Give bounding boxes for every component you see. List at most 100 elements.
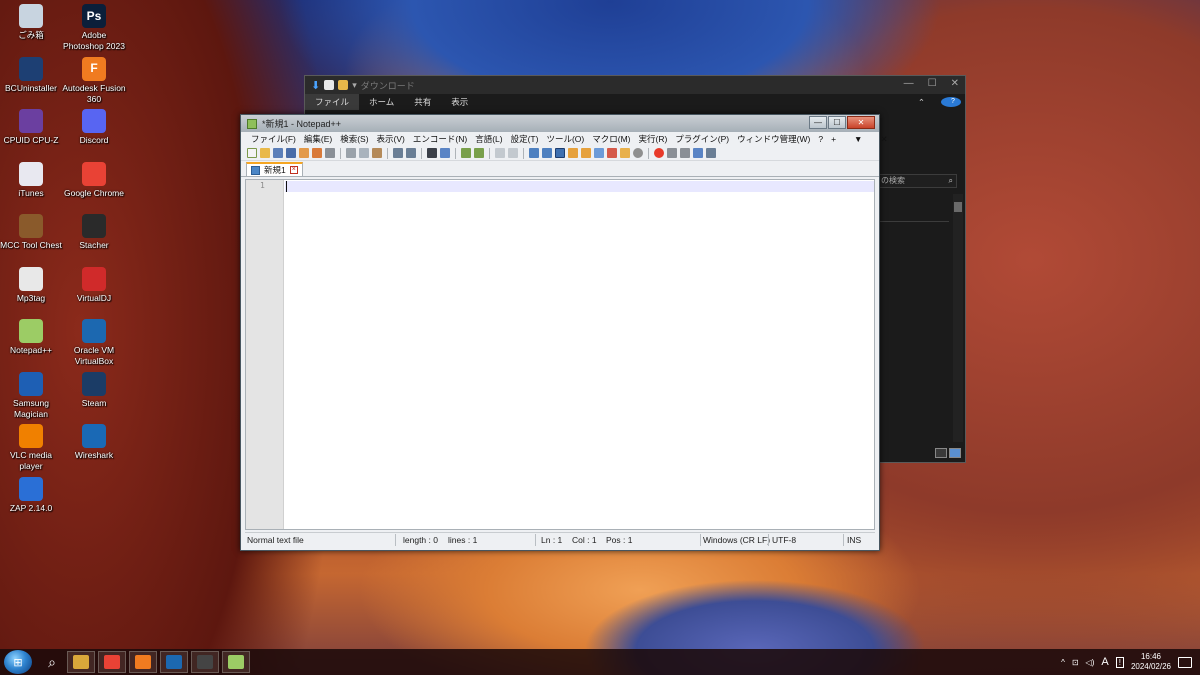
desktop-icon[interactable]: Stacher: [62, 214, 126, 251]
sync-horizontal-icon[interactable]: [508, 148, 518, 158]
close-all-icon[interactable]: [312, 148, 322, 158]
close-button[interactable]: ✕: [847, 116, 875, 129]
volume-icon[interactable]: ◁): [1086, 658, 1095, 667]
menu-view[interactable]: 表示(V): [373, 133, 409, 145]
search-input[interactable]: の検索 ⌕: [877, 174, 957, 188]
menu-edit[interactable]: 編集(E): [300, 133, 336, 145]
taskbar-app-virtualbox[interactable]: [160, 651, 188, 673]
taskbar-app-calculator[interactable]: [191, 651, 219, 673]
desktop-icon[interactable]: Mp3tag: [0, 266, 63, 304]
tab-close-icon[interactable]: ×: [289, 166, 298, 174]
print-icon[interactable]: [325, 148, 335, 158]
details-view-icon[interactable]: [935, 448, 947, 458]
explorer-title-bar[interactable]: ⬇ ▾ ダウンロード — ☐ ✕: [305, 76, 965, 94]
ribbon-tab-file[interactable]: ファイル: [305, 94, 360, 110]
help-icon[interactable]: ?: [941, 97, 961, 107]
desktop-icon[interactable]: VLC media player: [0, 424, 63, 472]
record-macro-icon[interactable]: [654, 148, 664, 158]
close-button[interactable]: ✕: [951, 78, 959, 89]
cut-icon[interactable]: [346, 148, 356, 158]
desktop-icon[interactable]: BCUninstaller: [0, 56, 63, 94]
ribbon-tab-share[interactable]: 共有: [404, 96, 441, 108]
menu-settings[interactable]: 設定(T): [507, 133, 543, 145]
save-macro-icon[interactable]: [706, 148, 716, 158]
save-all-icon[interactable]: [286, 148, 296, 158]
vertical-scrollbar[interactable]: [953, 194, 963, 442]
ribbon-tab-view[interactable]: 表示: [441, 96, 478, 108]
monitoring-icon[interactable]: [633, 148, 643, 158]
menu-help[interactable]: ?: [814, 134, 827, 144]
desktop-icon[interactable]: ごみ箱: [0, 4, 63, 41]
network-icon[interactable]: ⊡: [1072, 658, 1079, 667]
folder-workspace-icon[interactable]: [620, 148, 630, 158]
menu-run[interactable]: 実行(R): [634, 133, 671, 145]
chevron-down-icon[interactable]: ▾: [352, 80, 357, 91]
save-icon[interactable]: [273, 148, 283, 158]
search-icon[interactable]: ⌕: [949, 175, 953, 187]
new-tab-button[interactable]: +: [827, 134, 840, 145]
ime-mode-icon[interactable]: !: [1115, 656, 1124, 668]
find-icon[interactable]: [427, 148, 437, 158]
close-tab-button[interactable]: ✕: [876, 134, 891, 145]
ime-indicator[interactable]: A: [1101, 656, 1108, 668]
taskbar-app-notepadpp[interactable]: [222, 651, 250, 673]
desktop-icon[interactable]: iTunes: [0, 161, 63, 199]
scrollbar-thumb[interactable]: [954, 202, 962, 212]
doc-map-icon[interactable]: [581, 148, 591, 158]
text-editor[interactable]: 1: [245, 179, 875, 530]
taskbar-app-chrome[interactable]: [98, 651, 126, 673]
search-icon[interactable]: ⌕: [40, 650, 64, 674]
minimize-button[interactable]: —: [904, 78, 914, 89]
new-folder-icon[interactable]: [338, 80, 349, 90]
desktop-icon[interactable]: Discord: [62, 109, 126, 146]
tab-new1[interactable]: 新規1 ×: [246, 162, 303, 176]
show-hidden-icons-button[interactable]: ^: [1061, 658, 1065, 667]
desktop-icon[interactable]: Wireshark: [62, 424, 126, 461]
maximize-button[interactable]: ☐: [828, 116, 846, 129]
menu-macro[interactable]: マクロ(M): [588, 133, 634, 145]
indent-guide-icon[interactable]: [555, 148, 565, 158]
function-list-icon[interactable]: [607, 148, 617, 158]
notification-center-icon[interactable]: [1178, 656, 1192, 668]
notepadpp-window[interactable]: *新規1 - Notepad++ — ☐ ✕ ファイル(F) 編集(E) 検索(…: [240, 114, 888, 551]
menu-file[interactable]: ファイル(F): [247, 133, 300, 145]
menu-search[interactable]: 検索(S): [336, 133, 372, 145]
copy-icon[interactable]: [359, 148, 369, 158]
taskbar-app-file-explorer[interactable]: [67, 651, 95, 673]
stop-macro-icon[interactable]: [667, 148, 677, 158]
clock[interactable]: 16:46 2024/02/26: [1131, 652, 1171, 672]
menu-tools[interactable]: ツール(O): [542, 133, 588, 145]
desktop-icon[interactable]: Oracle VM VirtualBox: [62, 319, 126, 367]
udl-icon[interactable]: [568, 148, 578, 158]
desktop-icon[interactable]: Notepad++: [0, 319, 63, 356]
npp-title-bar[interactable]: *新規1 - Notepad++ — ☐ ✕: [241, 115, 879, 132]
chevron-up-icon[interactable]: ⌃: [908, 97, 935, 108]
zoom-in-icon[interactable]: [461, 148, 471, 158]
desktop-icon[interactable]: Samsung Magician: [0, 371, 63, 420]
desktop-icon[interactable]: CPUID CPU-Z: [0, 109, 63, 146]
zoom-out-icon[interactable]: [474, 148, 484, 158]
taskbar-app-search-app[interactable]: [129, 651, 157, 673]
properties-icon[interactable]: [324, 80, 335, 90]
menu-window[interactable]: ウィンドウ管理(W): [733, 133, 814, 145]
replace-icon[interactable]: [440, 148, 450, 158]
desktop-icon[interactable]: Google Chrome: [62, 161, 126, 199]
run-macro-multiple-icon[interactable]: [693, 148, 703, 158]
minimize-button[interactable]: —: [809, 116, 827, 129]
open-file-icon[interactable]: [260, 148, 270, 158]
tab-list-button[interactable]: ▼: [850, 134, 866, 145]
sync-vertical-icon[interactable]: [495, 148, 505, 158]
menu-language[interactable]: 言語(L): [471, 133, 506, 145]
desktop-icon[interactable]: Steam: [62, 371, 126, 409]
play-macro-icon[interactable]: [680, 148, 690, 158]
desktop-icon[interactable]: ZAP 2.14.0: [0, 476, 63, 514]
desktop-icon[interactable]: MCC Tool Chest: [0, 214, 63, 251]
large-icons-view-icon[interactable]: [949, 448, 961, 458]
redo-icon[interactable]: [406, 148, 416, 158]
word-wrap-icon[interactable]: [529, 148, 539, 158]
desktop-icon[interactable]: Ps Adobe Photoshop 2023: [62, 4, 126, 52]
show-all-chars-icon[interactable]: [542, 148, 552, 158]
new-file-icon[interactable]: [247, 148, 257, 158]
start-button[interactable]: ⊞: [4, 650, 32, 674]
doc-list-icon[interactable]: [594, 148, 604, 158]
